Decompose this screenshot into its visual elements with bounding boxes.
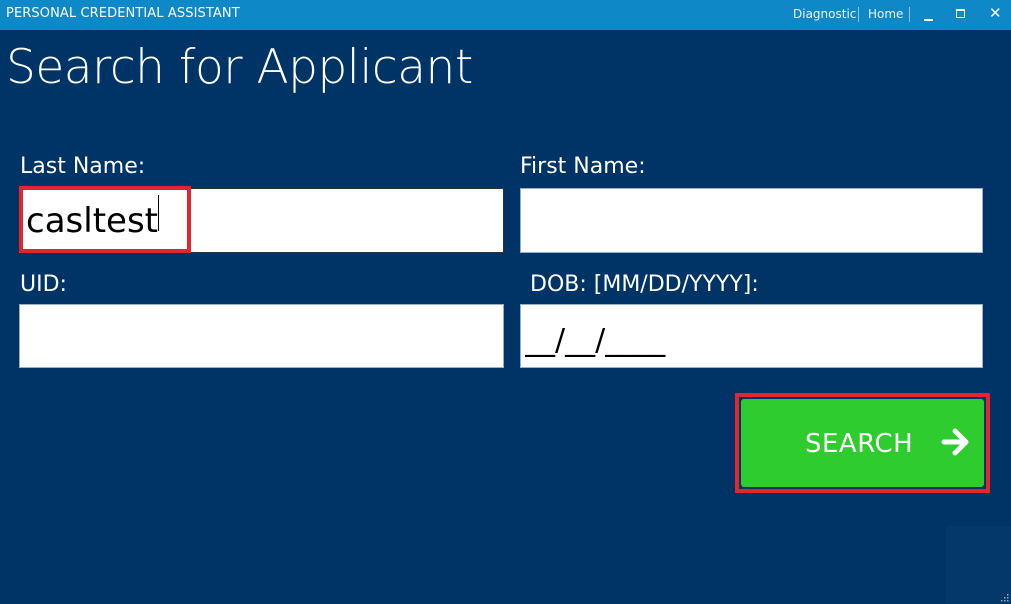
last-name-field[interactable]: [19, 188, 504, 253]
maximize-icon: [956, 9, 965, 18]
first-name-input[interactable]: [521, 189, 982, 252]
minimize-button[interactable]: [914, 0, 944, 30]
titlebar-separator: [909, 7, 910, 22]
resize-grip-icon[interactable]: [999, 592, 1009, 602]
close-icon: ✕: [989, 4, 1002, 22]
maximize-button[interactable]: [946, 0, 976, 30]
title-bar: PERSONAL CREDENTIAL ASSISTANT Diagnostic…: [0, 0, 1011, 30]
diagnostic-link[interactable]: Diagnostic: [793, 7, 856, 21]
last-name-label: Last Name:: [20, 154, 146, 179]
first-name-label: First Name:: [520, 154, 646, 179]
search-button-label: SEARCH: [805, 429, 914, 459]
last-name-input[interactable]: [20, 189, 503, 252]
uid-field[interactable]: [19, 304, 504, 368]
search-button[interactable]: SEARCH: [741, 399, 984, 487]
home-link[interactable]: Home: [868, 7, 903, 21]
uid-input[interactable]: [20, 305, 503, 367]
first-name-field[interactable]: [520, 188, 983, 253]
titlebar-separator: [858, 7, 859, 22]
dob-input[interactable]: [521, 305, 982, 367]
minimize-icon: [924, 19, 933, 21]
uid-label: UID:: [20, 272, 67, 297]
close-button[interactable]: ✕: [980, 0, 1010, 30]
page-title: Search for Applicant: [6, 40, 473, 95]
app-title: PERSONAL CREDENTIAL ASSISTANT: [6, 6, 240, 21]
arrow-right-icon: [941, 428, 969, 456]
dob-label: DOB: [MM/DD/YYYY]:: [530, 272, 759, 297]
text-caret: [158, 195, 159, 231]
dob-field[interactable]: [520, 304, 983, 368]
